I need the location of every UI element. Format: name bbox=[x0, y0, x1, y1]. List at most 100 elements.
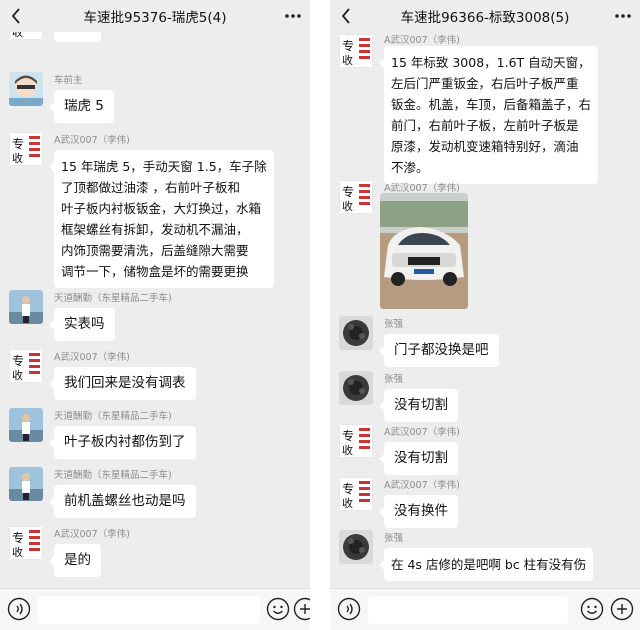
message-bubble[interactable]: 15 年瑞虎 5，手动天窗 1.5，车子除 了顶都做过油漆 ，右前叶子板和 叶子… bbox=[49, 150, 274, 288]
svg-text:收: 收 bbox=[12, 368, 23, 382]
message-bubble[interactable]: 门子都没换是吧 bbox=[379, 334, 499, 367]
input-bar bbox=[0, 588, 310, 630]
svg-text:专: 专 bbox=[342, 481, 354, 496]
message-input[interactable] bbox=[38, 596, 260, 624]
message-text: 钣金。机盖，车顶，后备箱盖子，右 bbox=[391, 97, 592, 112]
zhuanshou-logo-avatar[interactable]: 专收 bbox=[339, 477, 373, 511]
sender-name: 天道酬勤（东星精品二手车) bbox=[54, 293, 172, 304]
message-text: 我们回来是没有调表 bbox=[64, 375, 186, 391]
sender-name: A武汉007（李伟) bbox=[54, 529, 130, 540]
message-text: 没有换件 bbox=[394, 503, 448, 519]
message-bubble[interactable]: 叶子板内衬都伤到了 bbox=[49, 426, 196, 459]
plus-icon[interactable] bbox=[610, 597, 634, 621]
plus-icon[interactable] bbox=[293, 597, 310, 621]
chat-pane-right: 车速批96366-标致3008(5) 专收 A武汉007（李伟) 15 年标致 … bbox=[330, 0, 640, 630]
svg-text:专: 专 bbox=[12, 530, 24, 545]
chat-header: 车速批96366-标致3008(5) bbox=[330, 0, 640, 32]
zhuanshou-logo-avatar[interactable]: 专收 bbox=[9, 526, 43, 560]
message-bubble[interactable]: 瑞虎 5 bbox=[49, 90, 114, 123]
sender-name: 张强 bbox=[384, 533, 404, 544]
message-text: 瑞虎 5 bbox=[64, 98, 104, 114]
svg-text:专: 专 bbox=[12, 353, 24, 368]
message-bubble[interactable]: 没有切割 bbox=[379, 389, 458, 422]
sender-name: A武汉007（李伟) bbox=[54, 135, 130, 146]
chat-header: 车速批95376-瑞虎5(4) bbox=[0, 0, 310, 32]
message-text: 15 年瑞虎 5，手动天窗 1.5，车子除 bbox=[61, 159, 267, 174]
message-text: 李伟 bbox=[64, 32, 91, 36]
message-text: 内饰顶需要清洗，后盖缝隙大需要 bbox=[61, 243, 249, 258]
sender-name: A武汉007（李伟) bbox=[384, 427, 460, 438]
zhuanshou-logo-avatar[interactable]: 专收 bbox=[9, 132, 43, 166]
message-text: 15 年标致 3008，1.6T 自动天窗， bbox=[391, 55, 591, 70]
message-bubble[interactable]: 是的 bbox=[49, 544, 101, 577]
message-text: 前门，右前叶子板，左前叶子板是 bbox=[391, 118, 579, 133]
chat-pane-left: 车速批95376-瑞虎5(4) 专收 李伟 车前主 bbox=[0, 0, 310, 630]
more-icon[interactable] bbox=[282, 4, 304, 28]
dark-avatar[interactable] bbox=[339, 530, 373, 564]
person-avatar[interactable] bbox=[9, 290, 43, 324]
more-icon[interactable] bbox=[612, 4, 634, 28]
message-text: 框架螺丝有拆卸，发动机不漏油， bbox=[61, 222, 249, 237]
message-text: 调节一下，储物盒是坏的需要更换 bbox=[61, 264, 249, 279]
svg-text:收: 收 bbox=[342, 53, 353, 67]
back-icon[interactable] bbox=[338, 4, 354, 28]
zhuanshou-logo-avatar[interactable]: 专收 bbox=[9, 32, 43, 40]
message-bubble[interactable]: 没有切割 bbox=[379, 442, 458, 475]
message-bubble[interactable]: 前机盖螺丝也动是吗 bbox=[49, 485, 196, 518]
back-icon[interactable] bbox=[8, 4, 24, 28]
sender-name: A武汉007（李伟) bbox=[384, 480, 460, 491]
message-text: 叶子板内衬板钣金，大灯换过，水箱 bbox=[61, 201, 262, 216]
message-list[interactable]: 专收 A武汉007（李伟) 15 年标致 3008，1.6T 自动天窗， 左后门… bbox=[330, 32, 640, 588]
message-text: 原漆，发动机变速箱特别好，滴油 bbox=[391, 139, 579, 154]
svg-text:收: 收 bbox=[342, 199, 353, 213]
message-text: 在 4s 店修的是吧啊 bc 柱有没有伤 bbox=[391, 557, 587, 572]
anime-avatar[interactable] bbox=[9, 72, 43, 106]
message-text: 叶子板内衬都伤到了 bbox=[64, 434, 186, 450]
message-text: 是的 bbox=[64, 552, 91, 568]
message-text: 了顶都做过油漆 ，右前叶子板和 bbox=[61, 180, 240, 195]
voice-icon[interactable] bbox=[7, 597, 31, 621]
sender-name: A武汉007（李伟) bbox=[384, 183, 460, 194]
svg-text:专: 专 bbox=[342, 184, 354, 199]
svg-text:专: 专 bbox=[342, 428, 354, 443]
message-text: 门子都没换是吧 bbox=[394, 342, 489, 358]
message-bubble[interactable]: 实表吗 bbox=[49, 308, 115, 341]
screenshot: 车速批95376-瑞虎5(4) 专收 李伟 车前主 bbox=[0, 0, 640, 630]
chat-title: 车速批95376-瑞虎5(4) bbox=[83, 10, 227, 26]
message-list[interactable]: 专收 李伟 车前主 瑞虎 5 专收 bbox=[0, 32, 310, 588]
message-bubble[interactable]: 在 4s 店修的是吧啊 bc 柱有没有伤 bbox=[378, 548, 594, 581]
emoji-icon[interactable] bbox=[580, 597, 604, 621]
input-bar bbox=[330, 588, 640, 630]
svg-text:收: 收 bbox=[12, 151, 23, 165]
message-text: 前机盖螺丝也动是吗 bbox=[64, 493, 186, 509]
sender-name: A武汉007（李伟) bbox=[54, 352, 130, 363]
dark-avatar[interactable] bbox=[339, 371, 373, 405]
sender-name: 天道酬勤（东星精品二手车) bbox=[54, 411, 172, 422]
message-text: 左后门严重钣金，右后叶子板严重 bbox=[391, 76, 579, 91]
zhuanshou-logo-avatar[interactable]: 专收 bbox=[9, 349, 43, 383]
message-bubble[interactable]: 我们回来是没有调表 bbox=[49, 367, 196, 400]
sender-name: 天道酬勤（东星精品二手车) bbox=[54, 470, 172, 481]
car-photo[interactable] bbox=[380, 193, 468, 309]
sender-name: 张强 bbox=[384, 319, 404, 330]
svg-text:专: 专 bbox=[12, 136, 24, 151]
person-avatar[interactable] bbox=[9, 467, 43, 501]
message-text: 不渗。 bbox=[391, 160, 429, 175]
svg-text:收: 收 bbox=[12, 32, 23, 39]
dark-avatar[interactable] bbox=[339, 316, 373, 350]
message-bubble[interactable]: 没有换件 bbox=[379, 495, 458, 528]
message-input[interactable] bbox=[368, 596, 568, 624]
sender-name: 车前主 bbox=[54, 75, 83, 86]
message-text: 没有切割 bbox=[394, 450, 448, 466]
emoji-icon[interactable] bbox=[266, 597, 290, 621]
zhuanshou-logo-avatar[interactable]: 专收 bbox=[339, 180, 373, 214]
svg-text:专: 专 bbox=[342, 38, 354, 53]
person-avatar[interactable] bbox=[9, 408, 43, 442]
zhuanshou-logo-avatar[interactable]: 专收 bbox=[339, 34, 373, 68]
zhuanshou-logo-avatar[interactable]: 专收 bbox=[339, 424, 373, 458]
sender-name: A武汉007（李伟) bbox=[384, 35, 460, 46]
chat-title: 车速批96366-标致3008(5) bbox=[400, 10, 570, 26]
voice-icon[interactable] bbox=[337, 597, 361, 621]
message-bubble[interactable]: 15 年标致 3008，1.6T 自动天窗， 左后门严重钣金，右后叶子板严重 钣… bbox=[378, 46, 599, 184]
message-bubble[interactable]: 李伟 bbox=[54, 32, 101, 42]
